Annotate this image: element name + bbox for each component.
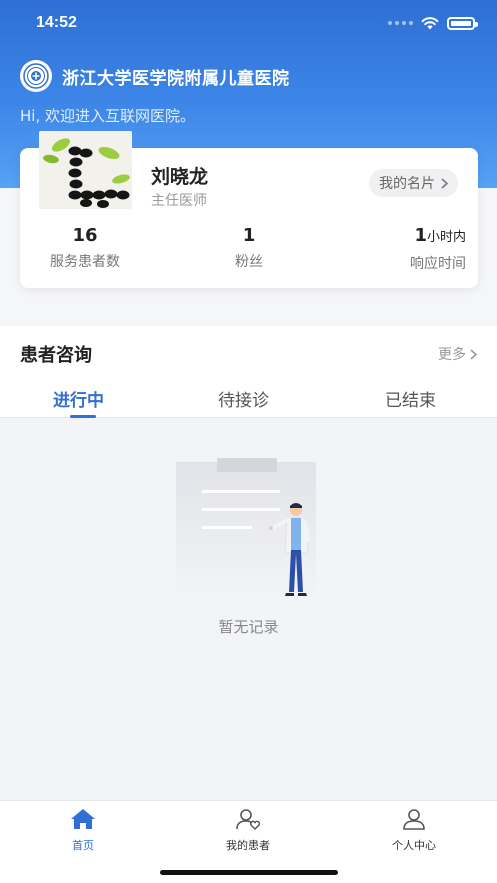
my-card-button-label: 我的名片 xyxy=(379,176,435,192)
tab-finished[interactable]: 已结束 xyxy=(385,386,436,411)
consult-title: 患者咨询 xyxy=(20,345,92,366)
empty-state-illustration xyxy=(172,458,324,606)
stat-response-value: 1 xyxy=(414,225,427,246)
home-indicator xyxy=(160,870,338,875)
my-card-button[interactable]: 我的名片 xyxy=(369,169,458,197)
battery-icon xyxy=(447,16,478,30)
tab-bar-profile-label: 个人中心 xyxy=(392,839,436,852)
more-link[interactable]: 更多 xyxy=(438,344,477,364)
stat-fans-label: 粉丝 xyxy=(235,254,263,270)
stat-response-unit: 小时内 xyxy=(426,230,466,245)
chevron-right-icon xyxy=(441,177,448,189)
welcome-text: Hi, 欢迎进入互联网医院。 xyxy=(20,107,195,125)
signal-icon xyxy=(388,21,413,25)
stat-fans: 1 粉丝 xyxy=(209,225,289,271)
tab-bar-home[interactable]: 首页 xyxy=(33,807,133,853)
more-link-label: 更多 xyxy=(438,347,466,363)
doctor-title: 主任医师 xyxy=(151,193,207,209)
stat-patients-label: 服务患者数 xyxy=(50,254,120,270)
tab-bar-home-label: 首页 xyxy=(72,839,94,852)
wifi-icon xyxy=(421,17,439,30)
stat-patients: 16 服务患者数 xyxy=(35,225,135,271)
home-icon xyxy=(71,809,95,829)
user-icon xyxy=(403,809,425,830)
doctor-name: 刘晓龙 xyxy=(151,166,209,188)
hospital-logo xyxy=(20,60,52,92)
stat-response-label: 响应时间 xyxy=(410,256,466,272)
tab-in-progress[interactable]: 进行中 xyxy=(53,386,104,411)
tab-bar-profile[interactable]: 个人中心 xyxy=(364,807,464,853)
consult-header: 患者咨询 更多 进行中 待接诊 已结束 xyxy=(0,326,497,418)
patient-consult-section: 患者咨询 更多 进行中 待接诊 已结束 暂无记录 xyxy=(0,326,497,801)
doctor-avatar[interactable] xyxy=(39,131,132,209)
stat-patients-value: 16 xyxy=(72,225,98,246)
doctor-card: 刘晓龙 主任医师 我的名片 16 服务患者数 1 粉丝 1小时内 响应时间 xyxy=(20,131,478,288)
chevron-right-icon xyxy=(470,348,477,360)
hospital-header: 浙江大学医学院附属儿童医院 xyxy=(20,60,290,92)
status-bar: 14:52 xyxy=(0,0,497,46)
stat-response-time: 1小时内 响应时间 xyxy=(366,225,466,273)
stat-fans-value: 1 xyxy=(242,225,256,246)
consult-tabs: 进行中 待接诊 已结束 xyxy=(0,384,497,418)
tab-bar-patients[interactable]: 我的患者 xyxy=(198,807,298,853)
empty-state-text: 暂无记录 xyxy=(218,618,279,636)
tab-bar-patients-label: 我的患者 xyxy=(226,839,270,852)
tab-pending[interactable]: 待接诊 xyxy=(218,386,269,411)
status-icons xyxy=(388,16,478,30)
status-time: 14:52 xyxy=(36,14,77,31)
hospital-name: 浙江大学医学院附属儿童医院 xyxy=(62,68,290,89)
patients-icon xyxy=(236,809,261,830)
active-tab-indicator xyxy=(70,415,96,418)
